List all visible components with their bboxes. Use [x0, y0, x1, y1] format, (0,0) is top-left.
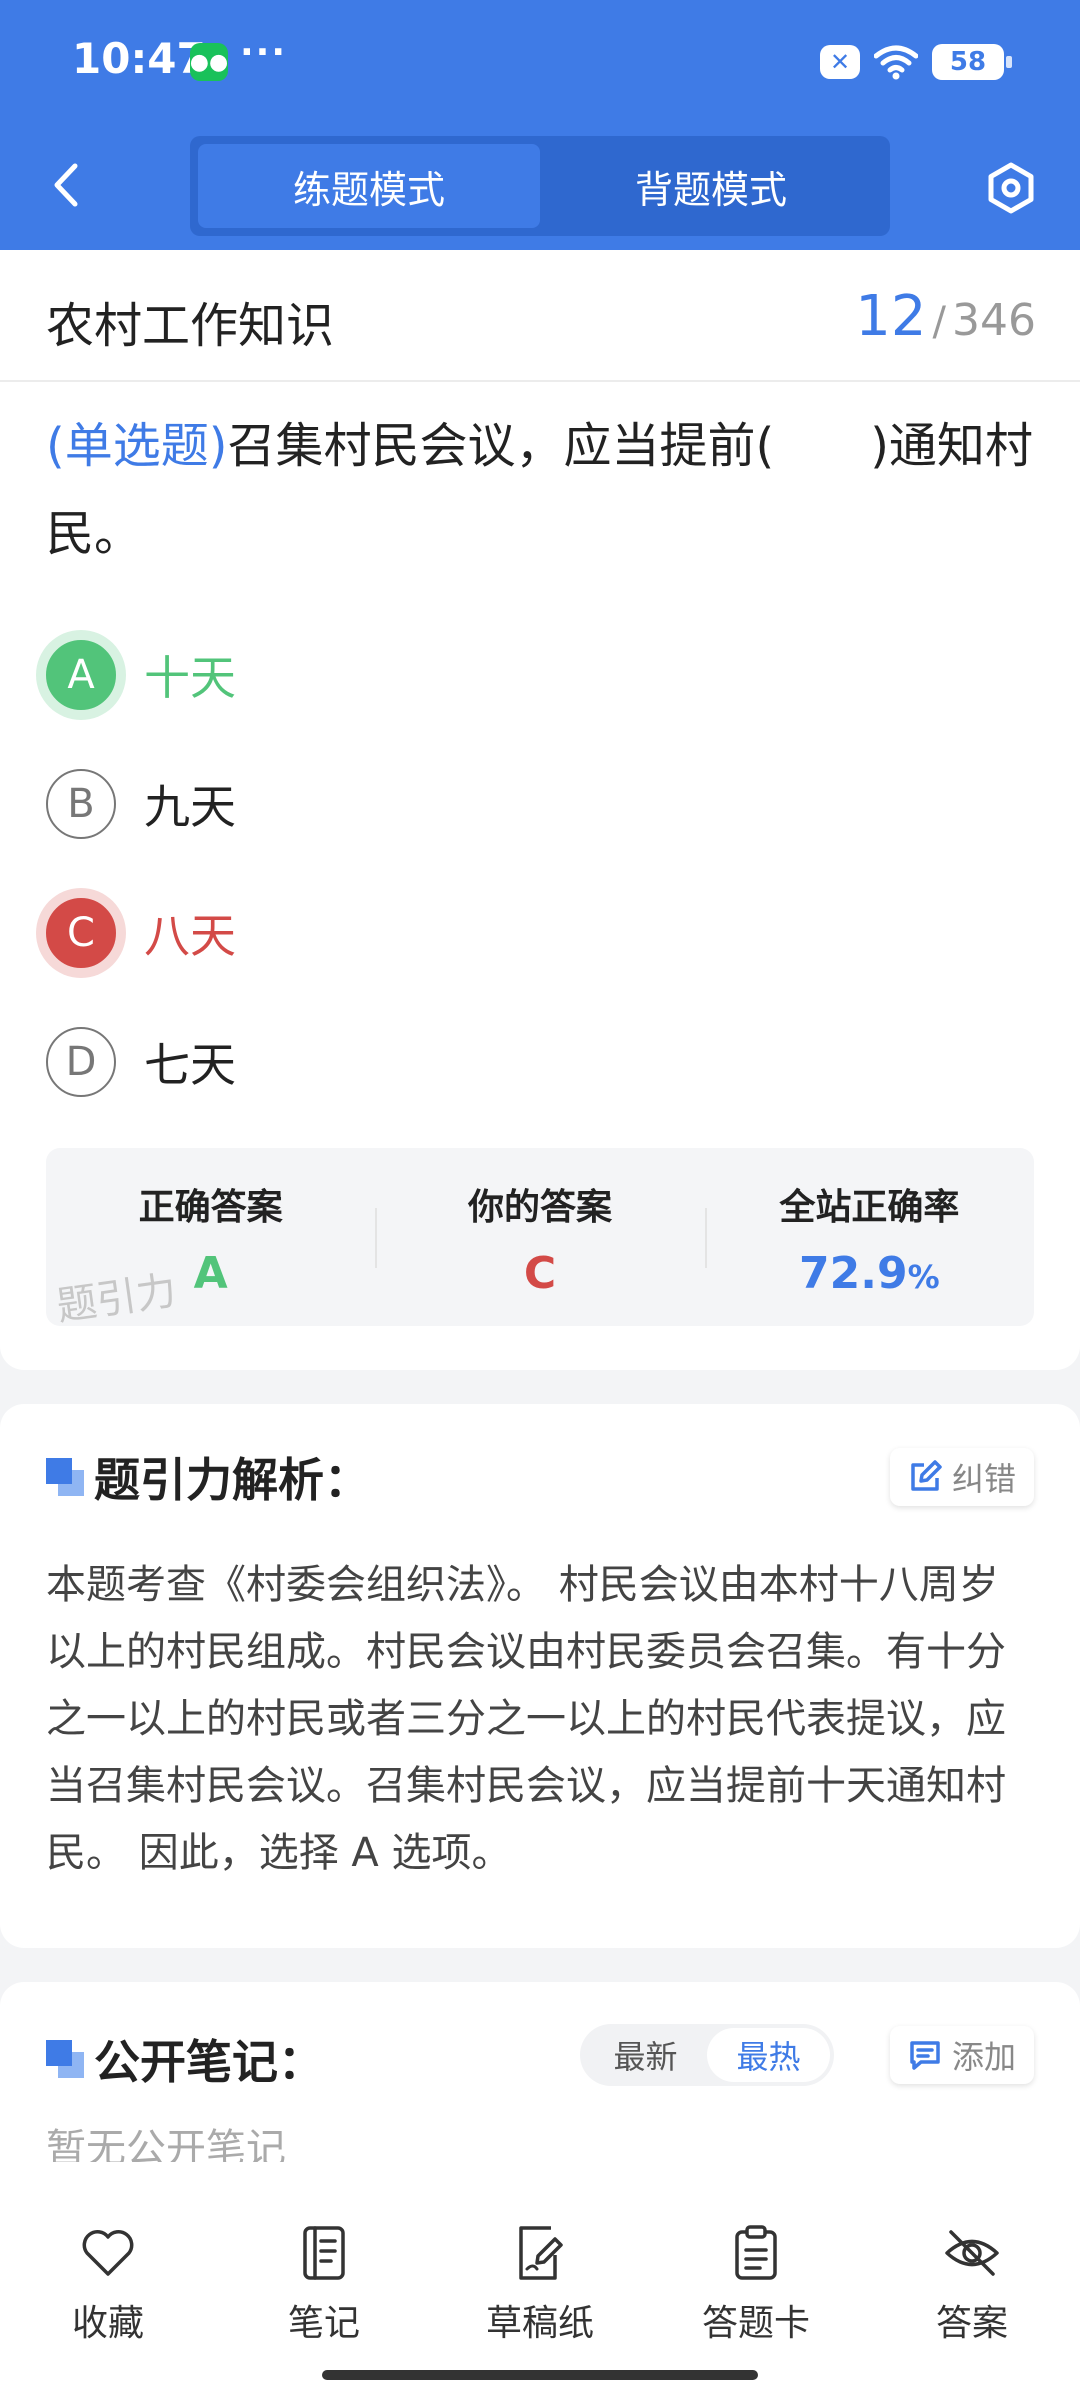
analysis-card: 题引力解析： 纠错 本题考查《村委会组织法》。 村民会议由本村十八周岁以上的村民… [0, 1404, 1080, 1948]
settings-hexagon-icon [988, 162, 1034, 214]
report-error-label: 纠错 [951, 1460, 1016, 1498]
notes-button[interactable]: 笔记 [244, 2224, 404, 2346]
option-text: 十天 [144, 650, 236, 705]
answer-sheet-label: 答题卡 [701, 2303, 810, 2344]
notebook-icon [295, 2224, 353, 2282]
show-answer-button[interactable]: 答案 [892, 2224, 1052, 2346]
current-question-number: 12 [855, 284, 927, 349]
accuracy-rate-value: 72.9% [799, 1248, 940, 1299]
battery-indicator: 58 [932, 44, 1012, 80]
tab-practice-mode[interactable]: 练题模式 [198, 144, 540, 228]
option-letter: B [46, 768, 116, 839]
progress-separator: / [932, 299, 947, 345]
options-list: A 十天 B 九天 C 八天 D 七天 [46, 610, 1036, 1126]
scratch-paper-label: 草稿纸 [485, 2303, 594, 2344]
notes-sort-toggle: 最新 最热 [580, 2024, 834, 2086]
mode-switch: 练题模式 背题模式 [190, 136, 890, 236]
option-d[interactable]: D 七天 [46, 997, 1036, 1126]
comment-icon [910, 2041, 940, 2070]
option-a[interactable]: A 十天 [46, 610, 1036, 739]
your-answer-block: 你的答案 C [375, 1148, 704, 1326]
status-time: 10:47 [72, 34, 206, 83]
option-c[interactable]: C 八天 [46, 868, 1036, 997]
option-text: 八天 [144, 908, 236, 963]
option-letter: C [46, 897, 116, 968]
clipboard-icon [727, 2224, 785, 2282]
chevron-left-icon [54, 163, 78, 207]
accuracy-rate-block: 全站正确率 72.9% [704, 1148, 1034, 1326]
section-icon [46, 1458, 84, 1496]
add-note-label: 添加 [951, 2038, 1016, 2076]
analysis-text: 本题考查《村委会组织法》。 村民会议由本村十八周岁以上的村民组成。村民会议由村民… [46, 1562, 1006, 1876]
notes-title: 公开笔记： [94, 2035, 324, 2089]
tab-memorize-mode[interactable]: 背题模式 [540, 144, 882, 228]
answer-sheet-button[interactable]: 答题卡 [676, 2224, 836, 2346]
accuracy-rate-label: 全站正确率 [779, 1187, 960, 1228]
total-questions: 346 [952, 295, 1036, 346]
analysis-title: 题引力解析： [94, 1453, 370, 1507]
notes-label: 笔记 [287, 2303, 360, 2344]
report-error-button[interactable]: 纠错 [889, 1448, 1034, 1506]
answer-summary: 正确答案 A 题引力 你的答案 C 全站正确率 72.9% [46, 1148, 1034, 1330]
correct-answer-block: 正确答案 A 题引力 [46, 1148, 375, 1330]
more-notifications-icon: ··· [240, 32, 288, 73]
bottom-toolbar: 收藏 笔记 草稿纸 答题卡 答案 [0, 2162, 1080, 2400]
public-notes-card: 公开笔记： 最新 最热 添加 暂无公开笔记 [0, 1982, 1080, 2172]
watermark: 题引力 [53, 1267, 180, 1331]
settings-button[interactable] [978, 155, 1044, 221]
your-answer-value: C [523, 1248, 557, 1299]
add-note-button[interactable]: 添加 [889, 2026, 1034, 2084]
correct-answer-label: 正确答案 [138, 1187, 283, 1228]
section-icon [46, 2040, 84, 2078]
option-letter: A [46, 639, 116, 710]
wifi-icon [874, 45, 918, 80]
draft-pen-icon [511, 2224, 569, 2282]
heart-icon [79, 2224, 137, 2282]
your-answer-label: 你的答案 [467, 1187, 612, 1228]
status-icons: ✕ 58 [820, 40, 1012, 84]
sort-hottest[interactable]: 最热 [707, 2028, 830, 2082]
favorite-label: 收藏 [71, 2303, 144, 2344]
wechat-notification-icon: ●● [190, 43, 228, 81]
question-progress[interactable]: 12/346 [855, 284, 1036, 349]
favorite-button[interactable]: 收藏 [28, 2224, 188, 2346]
question-type: (单选题) [46, 418, 228, 474]
question-card: 农村工作知识 12/346 (单选题)召集村民会议，应当提前( )通知村民。 A… [0, 250, 1080, 1370]
question-stem: (单选题)召集村民会议，应当提前( )通知村民。 [46, 402, 1036, 578]
home-indicator[interactable] [322, 2370, 758, 2380]
accuracy-rate-unit: % [907, 1258, 940, 1296]
option-b[interactable]: B 九天 [46, 739, 1036, 868]
subject-bar: 农村工作知识 12/346 [0, 250, 1080, 382]
no-sim-icon: ✕ [820, 45, 860, 79]
option-text: 七天 [144, 1037, 236, 1092]
sort-newest[interactable]: 最新 [584, 2028, 707, 2082]
accuracy-rate-number: 72.9 [799, 1248, 908, 1299]
show-answer-label: 答案 [935, 2303, 1008, 2344]
scratch-paper-button[interactable]: 草稿纸 [460, 2224, 620, 2346]
back-button[interactable] [36, 150, 96, 220]
subject-title: 农村工作知识 [46, 298, 335, 354]
option-letter: D [46, 1026, 116, 1097]
app-header: 10:47 ●● ··· ✕ 58 练题模式 背题模式 [0, 0, 1080, 250]
option-text: 九天 [144, 779, 236, 834]
eye-off-icon [943, 2224, 1001, 2282]
edit-icon [911, 1460, 942, 1491]
correct-answer-value: A [193, 1248, 228, 1299]
